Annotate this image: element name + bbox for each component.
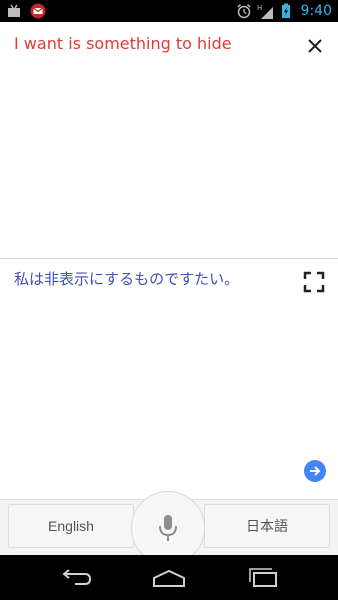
target-language-button[interactable]: 日本語 bbox=[204, 504, 330, 548]
arrow-right-icon bbox=[310, 466, 321, 476]
source-text[interactable]: I want is something to hide bbox=[14, 34, 232, 54]
fullscreen-button[interactable] bbox=[302, 270, 326, 294]
status-bar: H 9:40 bbox=[0, 0, 338, 22]
home-button[interactable] bbox=[149, 563, 189, 593]
back-icon bbox=[62, 569, 92, 585]
language-bar: English 日本語 bbox=[0, 491, 338, 565]
source-language-label: English bbox=[48, 518, 94, 534]
recents-icon bbox=[249, 568, 277, 587]
fullscreen-icon bbox=[303, 271, 325, 293]
result-pane: 私は非表示にするものですたい。 bbox=[0, 259, 338, 499]
recents-button[interactable] bbox=[243, 563, 283, 593]
navigation-bar bbox=[0, 555, 338, 600]
mic-icon bbox=[159, 515, 177, 541]
voice-input-button[interactable] bbox=[131, 491, 205, 565]
source-pane[interactable]: I want is something to hide bbox=[0, 22, 338, 258]
home-icon bbox=[153, 569, 185, 587]
android-debug-icon bbox=[8, 4, 20, 17]
notification-icons bbox=[6, 3, 46, 19]
battery-icon bbox=[281, 3, 290, 18]
translated-text: 私は非表示にするものですたい。 bbox=[14, 270, 240, 288]
network-type-label: H bbox=[257, 4, 262, 12]
alarm-icon bbox=[237, 3, 251, 19]
translate-go-button[interactable] bbox=[304, 460, 326, 482]
back-button[interactable] bbox=[55, 563, 95, 593]
system-icons: H 9:40 bbox=[236, 2, 332, 20]
gmail-icon bbox=[30, 3, 46, 19]
signal-icon: H bbox=[257, 4, 273, 19]
clear-button[interactable] bbox=[300, 33, 330, 59]
source-language-button[interactable]: English bbox=[8, 504, 134, 548]
target-language-label: 日本語 bbox=[246, 518, 288, 534]
clock: 9:40 bbox=[300, 3, 332, 19]
close-icon bbox=[308, 39, 322, 53]
